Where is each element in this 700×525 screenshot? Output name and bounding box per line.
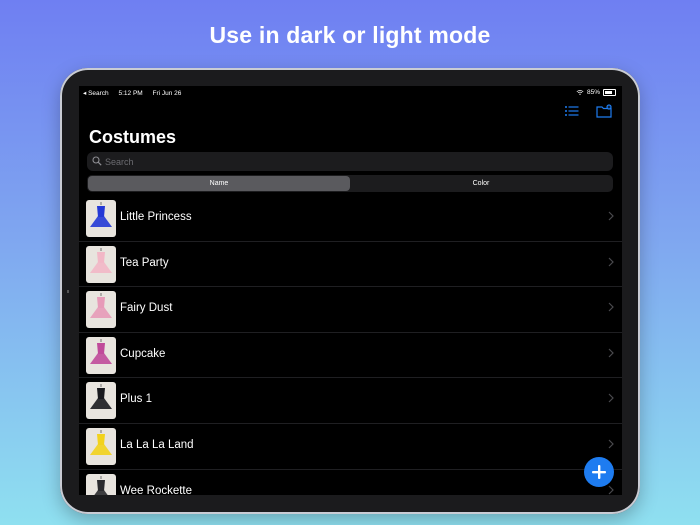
chevron-right-icon [608,211,614,221]
costume-thumbnail [86,473,116,495]
chevron-right-icon [608,257,614,267]
costume-row[interactable]: Wee Rockette [79,470,622,495]
sort-segmented-control: Name Color [87,175,613,192]
costume-name: Fairy Dust [120,302,173,315]
search-bar[interactable] [87,152,613,171]
costume-name: Little Princess [120,211,192,223]
segment-name[interactable]: Name [88,176,350,191]
chevron-right-icon [608,302,614,312]
costume-thumbnail [86,336,116,374]
status-date: Fri Jun 26 [152,90,182,97]
costume-name: La La La Land [120,438,194,451]
chevron-right-icon [608,348,614,358]
list-icon[interactable] [564,104,580,118]
costume-row[interactable]: Fairy Dust [79,287,622,333]
plus-icon [592,465,606,479]
chevron-right-icon [608,393,614,403]
status-bar: ◂ Search 5:12 PM Fri Jun 26 85% [79,86,622,98]
costume-row[interactable]: Tea Party [79,242,622,288]
back-to-search-link[interactable]: ◂ Search [83,90,109,97]
battery-percent: 85% [586,89,600,96]
wifi-icon [576,90,584,95]
add-costume-button[interactable] [584,457,614,487]
app-screen: ◂ Search 5:12 PM Fri Jun 26 85% Costumes [79,86,622,495]
costume-thumbnail [86,200,116,237]
costume-name: Wee Rockette [120,484,193,495]
battery-icon [603,89,616,96]
costume-list: Little Princess Tea Party Fairy Dust Cupcak… [79,196,622,495]
page-title: Costumes [89,127,177,147]
costume-thumbnail [86,427,116,465]
costume-name: Plus 1 [120,393,152,406]
costume-thumbnail [86,245,116,283]
search-icon [92,156,102,166]
segment-color[interactable]: Color [350,176,612,191]
costume-row[interactable]: La La La Land [79,424,622,470]
search-input[interactable] [105,152,605,171]
costume-row[interactable]: Plus 1 [79,378,622,424]
costume-row[interactable]: Cupcake [79,333,622,379]
costume-row[interactable]: Little Princess [79,196,622,242]
toolbar [564,104,612,118]
costume-name: Tea Party [120,256,169,269]
status-time: 5:12 PM [118,90,143,97]
promo-headline: Use in dark or light mode [209,22,491,48]
costume-thumbnail [86,382,116,420]
costume-thumbnail [86,291,116,329]
side-indicator [67,290,69,293]
chevron-right-icon [608,439,614,449]
folder-add-icon[interactable] [596,104,612,118]
costume-name: Cupcake [120,347,166,360]
